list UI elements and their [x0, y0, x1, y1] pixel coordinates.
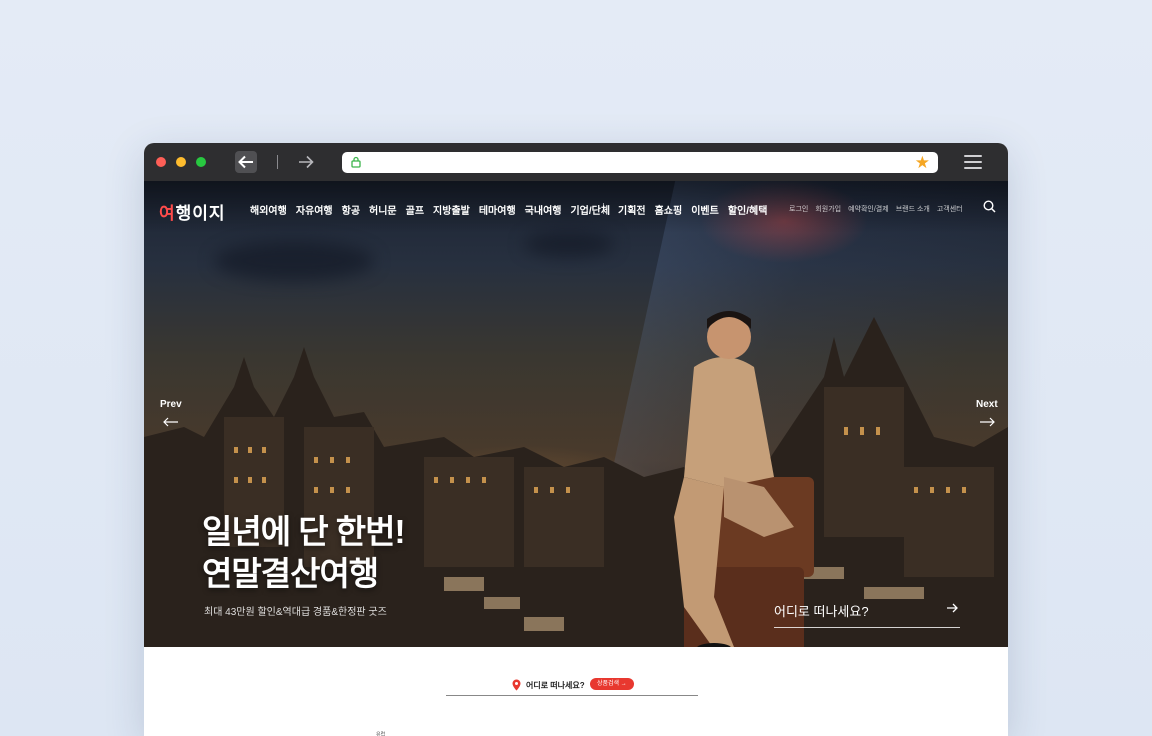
- product-search-button[interactable]: 상품검색 →: [590, 678, 634, 690]
- destination-search-bar: 어디로 떠나세요? 상품검색 →: [446, 677, 698, 696]
- nav-item-honeymoon[interactable]: 허니문: [369, 202, 397, 217]
- browser-window: ★ 여행이지 해외여행 자유여행 항공 허니문 골프 지방출발 테마여행 국내여…: [144, 143, 1008, 736]
- headline-line-2: 연말결산여행: [202, 555, 379, 592]
- site-header: 여행이지 해외여행 자유여행 항공 허니문 골프 지방출발 테마여행 국내여행 …: [144, 181, 1008, 233]
- nav-item-corporate[interactable]: 기업/단체: [570, 202, 610, 217]
- main-nav: 해외여행 자유여행 항공 허니문 골프 지방출발 테마여행 국내여행 기업/단체: [250, 202, 610, 217]
- minimize-window-button[interactable]: [176, 157, 186, 167]
- brand-link[interactable]: 브랜드 소개: [896, 204, 930, 214]
- close-window-button[interactable]: [156, 157, 166, 167]
- search-prompt[interactable]: 어디로 떠나세요?: [526, 680, 585, 691]
- model-with-suitcases-illustration: [674, 311, 814, 647]
- nav-item-overseas[interactable]: 해외여행: [250, 202, 287, 217]
- region-label: 유럽: [376, 732, 386, 736]
- where-prompt: 어디로 떠나세요?: [774, 604, 869, 619]
- lock-icon: [351, 156, 361, 168]
- hero-where-link[interactable]: 어디로 떠나세요?: [774, 601, 960, 628]
- address-bar[interactable]: ★: [342, 152, 938, 173]
- logo-text-b: 행이지: [175, 204, 226, 223]
- sub-nav: 기획전 홈쇼핑 이벤트 할인/혜택: [618, 202, 767, 217]
- search-section: 어디로 떠나세요? 상품검색 → 유럽: [144, 647, 1008, 736]
- location-pin-icon: [512, 679, 521, 691]
- toolbar-divider: [277, 155, 278, 169]
- bookmark-star-icon[interactable]: ★: [915, 153, 930, 172]
- nav-item-regional[interactable]: 지방출발: [433, 202, 470, 217]
- arrow-left-icon: [238, 155, 253, 169]
- customer-center-link[interactable]: 고객센터: [937, 204, 963, 214]
- site-logo[interactable]: 여행이지: [159, 199, 226, 224]
- prev-slide-label[interactable]: Prev: [160, 399, 182, 410]
- back-button[interactable]: [235, 151, 257, 173]
- reservation-link[interactable]: 예약확인/결제: [848, 204, 889, 214]
- maximize-window-button[interactable]: [196, 157, 206, 167]
- arrow-right-icon[interactable]: [979, 417, 995, 427]
- logo-text-a: 여: [159, 204, 176, 223]
- next-slide-label[interactable]: Next: [976, 399, 998, 410]
- nav-item-discount[interactable]: 할인/혜택: [728, 202, 768, 217]
- nav-item-event[interactable]: 이벤트: [691, 202, 719, 217]
- hero-headline: 일년에 단 한번! 연말결산여행: [202, 511, 405, 595]
- nav-item-promotion[interactable]: 기획전: [618, 202, 646, 217]
- nav-item-golf[interactable]: 골프: [406, 202, 424, 217]
- nav-item-home-shopping[interactable]: 홈쇼핑: [655, 202, 683, 217]
- nav-item-air[interactable]: 항공: [342, 202, 360, 217]
- arrow-right-icon: [947, 603, 958, 613]
- browser-toolbar: ★: [144, 143, 1008, 181]
- signup-link[interactable]: 회원가입: [815, 204, 841, 214]
- nav-divider: [603, 203, 604, 214]
- nav-item-theme[interactable]: 테마여행: [479, 202, 516, 217]
- forward-button[interactable]: [295, 151, 317, 173]
- hamburger-menu-icon[interactable]: [964, 155, 982, 169]
- headline-line-1: 일년에 단 한번!: [202, 513, 405, 550]
- hero-banner: 여행이지 해외여행 자유여행 항공 허니문 골프 지방출발 테마여행 국내여행 …: [144, 181, 1008, 647]
- nav-item-free-travel[interactable]: 자유여행: [296, 202, 333, 217]
- nav-item-domestic[interactable]: 국내여행: [525, 202, 562, 217]
- search-icon[interactable]: [983, 200, 996, 213]
- hero-subline: 최대 43만원 할인&역대급 경품&한정판 굿즈: [204, 607, 387, 618]
- utility-nav: 로그인 회원가입 예약확인/결제 브랜드 소개 고객센터: [789, 204, 963, 214]
- login-link[interactable]: 로그인: [789, 204, 808, 214]
- arrow-left-icon[interactable]: [163, 417, 179, 427]
- arrow-right-icon: [299, 155, 314, 169]
